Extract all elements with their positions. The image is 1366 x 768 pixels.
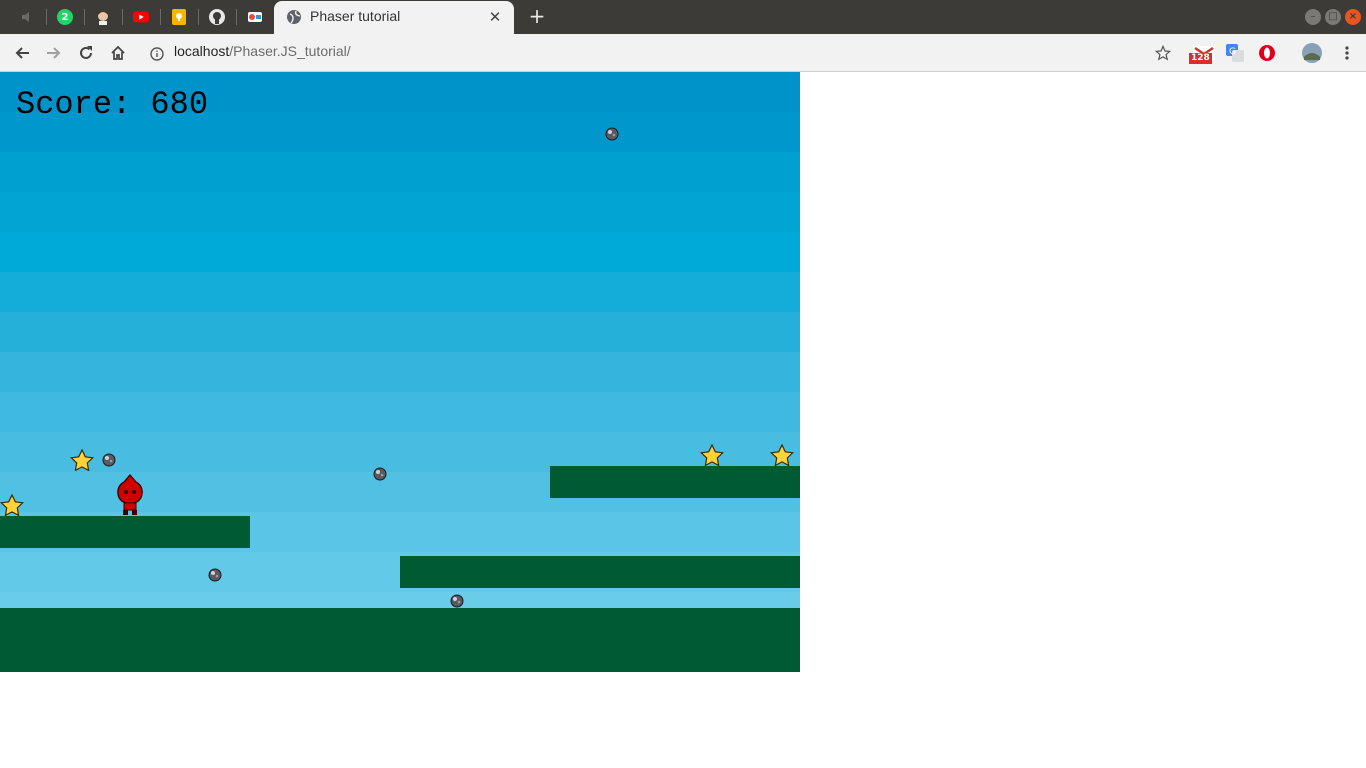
tab-title: Phaser tutorial [310,8,401,24]
mute-icon [19,9,35,25]
pinned-tab-github[interactable] [198,4,236,30]
svg-text:G: G [1229,47,1236,57]
sky-band [0,232,800,272]
youtube-icon [133,9,149,25]
avatar-icon [95,9,111,25]
bomb-icon [450,594,464,608]
pinned-tab-game[interactable] [236,4,274,30]
bomb-icon [208,568,222,582]
platform-ledge-right [550,466,800,498]
sky-band [0,352,800,392]
home-icon [111,45,125,60]
game-icon [247,9,263,25]
sky-band [0,152,800,192]
close-tab-icon[interactable]: ✕ [486,8,504,26]
ground-platform [0,608,800,672]
forward-button[interactable] [41,40,67,66]
forward-arrow-icon [47,47,61,59]
star-icon [770,444,794,466]
pinned-tab-youtube[interactable] [122,4,160,30]
reload-icon [80,46,92,59]
back-button[interactable] [9,40,35,66]
globe-icon [286,9,302,29]
whatsapp-badge: 2 [61,11,69,23]
pinned-tab-mute[interactable] [8,4,46,30]
sky-band [0,392,800,432]
star-icon [700,444,724,466]
sky-band [0,272,800,312]
github-icon [209,9,225,25]
kebab-menu-icon [1345,46,1349,60]
sky-band [0,192,800,232]
bomb-icon [373,467,387,481]
reload-button[interactable] [73,40,99,66]
star-icon [70,449,94,471]
pinned-tab-whatsapp[interactable]: 2 [46,4,84,30]
bookmark-star-icon[interactable] [1151,41,1175,65]
opera-icon [1259,45,1275,61]
maximize-window-icon[interactable]: □ [1325,9,1341,25]
star-icon [0,494,24,516]
profile-avatar-icon [1302,43,1322,63]
translate-icon: G [1226,44,1244,62]
bomb-icon [102,453,116,467]
gmail-badge: 128 [1189,53,1212,64]
score-text: Score: 680 [16,86,209,123]
browser-toolbar: localhost/Phaser.JS_tutorial/ 128 G [0,34,1366,72]
minimize-window-icon[interactable]: – [1305,9,1321,25]
translate-extension[interactable]: G [1223,41,1247,65]
back-arrow-icon [15,47,29,59]
whatsapp-icon: 2 [57,9,73,25]
gmail-extension[interactable]: 128 [1189,41,1219,65]
pinned-tab-profile[interactable] [84,4,122,30]
pinned-tab-keep[interactable] [160,4,198,30]
close-window-icon[interactable]: × [1345,9,1361,25]
url-text[interactable]: localhost/Phaser.JS_tutorial/ [174,43,351,59]
game-canvas[interactable]: Score: 680 [0,72,800,672]
tab-phaser-tutorial[interactable]: Phaser tutorial ✕ [274,1,514,34]
platform-ledge-middle [400,556,800,588]
menu-button[interactable] [1335,41,1359,65]
keep-icon [171,9,187,25]
bomb-icon [605,127,619,141]
platform-ledge-left [0,516,250,548]
sky-band [0,312,800,352]
player-character [117,474,143,515]
info-icon[interactable] [150,46,164,65]
opera-extension[interactable] [1255,41,1279,65]
home-button[interactable] [105,40,131,66]
browser-tab-strip: 2 Phaser tutorial ✕ + – □ × [0,0,1366,34]
new-tab-button[interactable]: + [525,3,549,29]
url-host: localhost [174,43,230,59]
profile-avatar[interactable] [1300,41,1324,65]
url-path: /Phaser.JS_tutorial/ [229,43,351,59]
